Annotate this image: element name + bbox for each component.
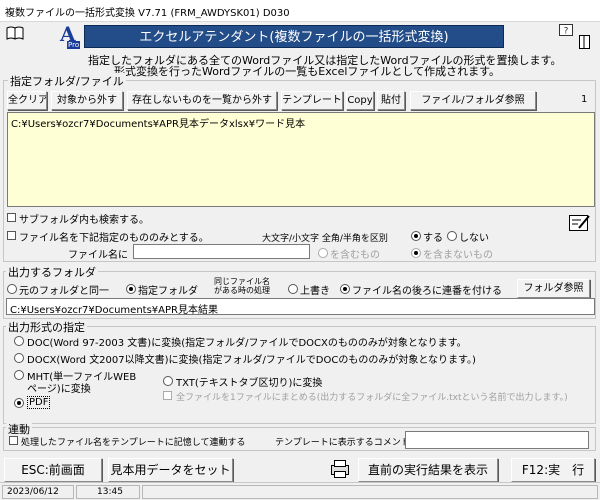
record-filenames-label: 処理したファイル名をテンプレートに記憶して連動する — [21, 438, 246, 448]
status-time: 13:45 — [76, 485, 140, 499]
app-logo: A Pro — [58, 22, 82, 50]
filename-input[interactable] — [133, 244, 310, 259]
status-message — [142, 485, 598, 499]
file-count: 1 — [581, 94, 588, 105]
case-sensitive-label: 大文字/小文字 全角/半角を区別 — [262, 234, 388, 244]
txt-label: TXT(テキストタブ区切り)に変換 — [176, 378, 323, 389]
description-line-2: 形式変換を行ったWordファイルの一覧もExcelファイルとして作成されます。 — [114, 65, 500, 78]
svg-text:?: ? — [564, 27, 569, 37]
app-banner: エクセルアテンダント(複数ファイルの一括形式変換) — [84, 25, 504, 48]
merge-checkbox[interactable] — [163, 391, 172, 400]
book-icon[interactable] — [6, 26, 24, 40]
exit-door-icon[interactable] — [578, 34, 592, 50]
same-name-label-2: がある時の処理 — [214, 286, 270, 295]
status-bar: 2023/06/12 13:45 — [0, 482, 600, 500]
specified-folder-radio[interactable] — [126, 284, 136, 294]
logo-sub: Pro — [67, 41, 81, 49]
filename-label: ファイル名に — [68, 250, 128, 261]
docx-label: DOCX(Word 文2007以降文書)に変換(指定フォルダ/ファイルでDOCの… — [27, 355, 476, 366]
folder-file-title: 指定フォルダ/ファイル — [8, 73, 126, 89]
not-contains-label: を含まないもの — [423, 250, 493, 261]
title-bar: 複数ファイルの一括形式変換 V7.71 (FRM_AWDYSK01) D030 — [0, 0, 600, 22]
not-contains-radio[interactable] — [411, 248, 421, 258]
file-list-item[interactable]: C:¥Users¥ozcr7¥Documents¥APR見本データxlsx¥ワー… — [11, 115, 591, 130]
record-filenames-checkbox[interactable] — [9, 436, 18, 445]
txt-radio[interactable] — [163, 376, 173, 386]
format-title: 出力形式の指定 — [6, 319, 87, 335]
window-title: 複数ファイルの一括形式変換 V7.71 (FRM_AWDYSK01) D030 — [5, 8, 290, 19]
contains-label: を含むもの — [330, 250, 380, 261]
pdf-radio[interactable] — [14, 398, 24, 408]
same-folder-label: 元のフォルダと同一 — [19, 286, 109, 297]
remove-missing-button[interactable]: 存在しないものを一覧から外す — [127, 91, 277, 110]
file-list[interactable]: C:¥Users¥ozcr7¥Documents¥APR見本データxlsx¥ワー… — [7, 112, 595, 207]
show-previous-result-button[interactable]: 直前の実行結果を表示 — [358, 458, 498, 482]
docx-radio[interactable] — [14, 353, 24, 363]
filename-filter-label: ファイル名を下記指定のもののみとする。 — [19, 233, 209, 244]
subfolder-checkbox[interactable] — [7, 213, 16, 222]
filename-filter-checkbox[interactable] — [7, 231, 16, 240]
add-suffix-label: ファイル名の後ろに連番を付ける — [352, 286, 502, 297]
specified-folder-label: 指定フォルダ — [138, 286, 198, 297]
mht-label-2: ページ)に変換 — [27, 384, 91, 395]
paste-button[interactable]: 貼付 — [377, 91, 405, 110]
esc-back-button[interactable]: ESC:前画面 — [4, 458, 102, 482]
doc-radio[interactable] — [14, 336, 24, 346]
set-sample-data-button[interactable]: 見本用データをセット — [108, 458, 233, 482]
status-date: 2023/06/12 — [2, 485, 74, 499]
clear-all-button[interactable]: 全クリア — [7, 91, 47, 110]
pdf-label: PDF — [27, 396, 51, 409]
file-folder-browse-button[interactable]: ファイル/フォルダ参照 — [410, 91, 536, 110]
add-suffix-radio[interactable] — [340, 284, 350, 294]
case-no-radio[interactable] — [447, 231, 457, 241]
case-yes-radio[interactable] — [411, 231, 421, 241]
output-path-field[interactable]: C:¥Users¥ozcr7¥Documents¥APR見本結果 — [6, 298, 595, 315]
folder-browse-button[interactable]: フォルダ参照 — [517, 279, 590, 298]
edit-note-icon[interactable] — [567, 212, 593, 234]
comment-input[interactable] — [405, 431, 589, 449]
case-yes-label: する — [423, 233, 443, 244]
run-button[interactable]: F12:実 行 — [511, 458, 595, 482]
case-no-label: しない — [459, 233, 489, 244]
merge-label: 全ファイルを1ファイルにまとめる(出力するフォルダに全ファイル.txtという名前… — [176, 393, 568, 403]
printer-icon[interactable] — [328, 458, 352, 480]
overwrite-label: 上書き — [300, 286, 330, 297]
same-name-label-1: 同じファイル名 — [214, 277, 270, 286]
output-folder-title: 出力するフォルダ — [6, 264, 98, 280]
remove-from-target-button[interactable]: 対象から外す — [51, 91, 123, 110]
doc-label: DOC(Word 97-2003 文書)に変換(指定フォルダ/ファイルでDOCX… — [27, 338, 467, 349]
contains-radio[interactable] — [318, 248, 328, 258]
help-icon[interactable]: ? — [559, 24, 573, 37]
comment-label: テンプレートに表示するコメント — [275, 438, 410, 448]
template-button[interactable]: テンプレート — [281, 91, 343, 110]
same-folder-radio[interactable] — [7, 284, 17, 294]
overwrite-radio[interactable] — [288, 284, 298, 294]
mht-radio[interactable] — [14, 370, 24, 380]
copy-button[interactable]: Copy — [346, 91, 374, 110]
subfolder-label: サブフォルダ内も検索する。 — [19, 215, 149, 226]
